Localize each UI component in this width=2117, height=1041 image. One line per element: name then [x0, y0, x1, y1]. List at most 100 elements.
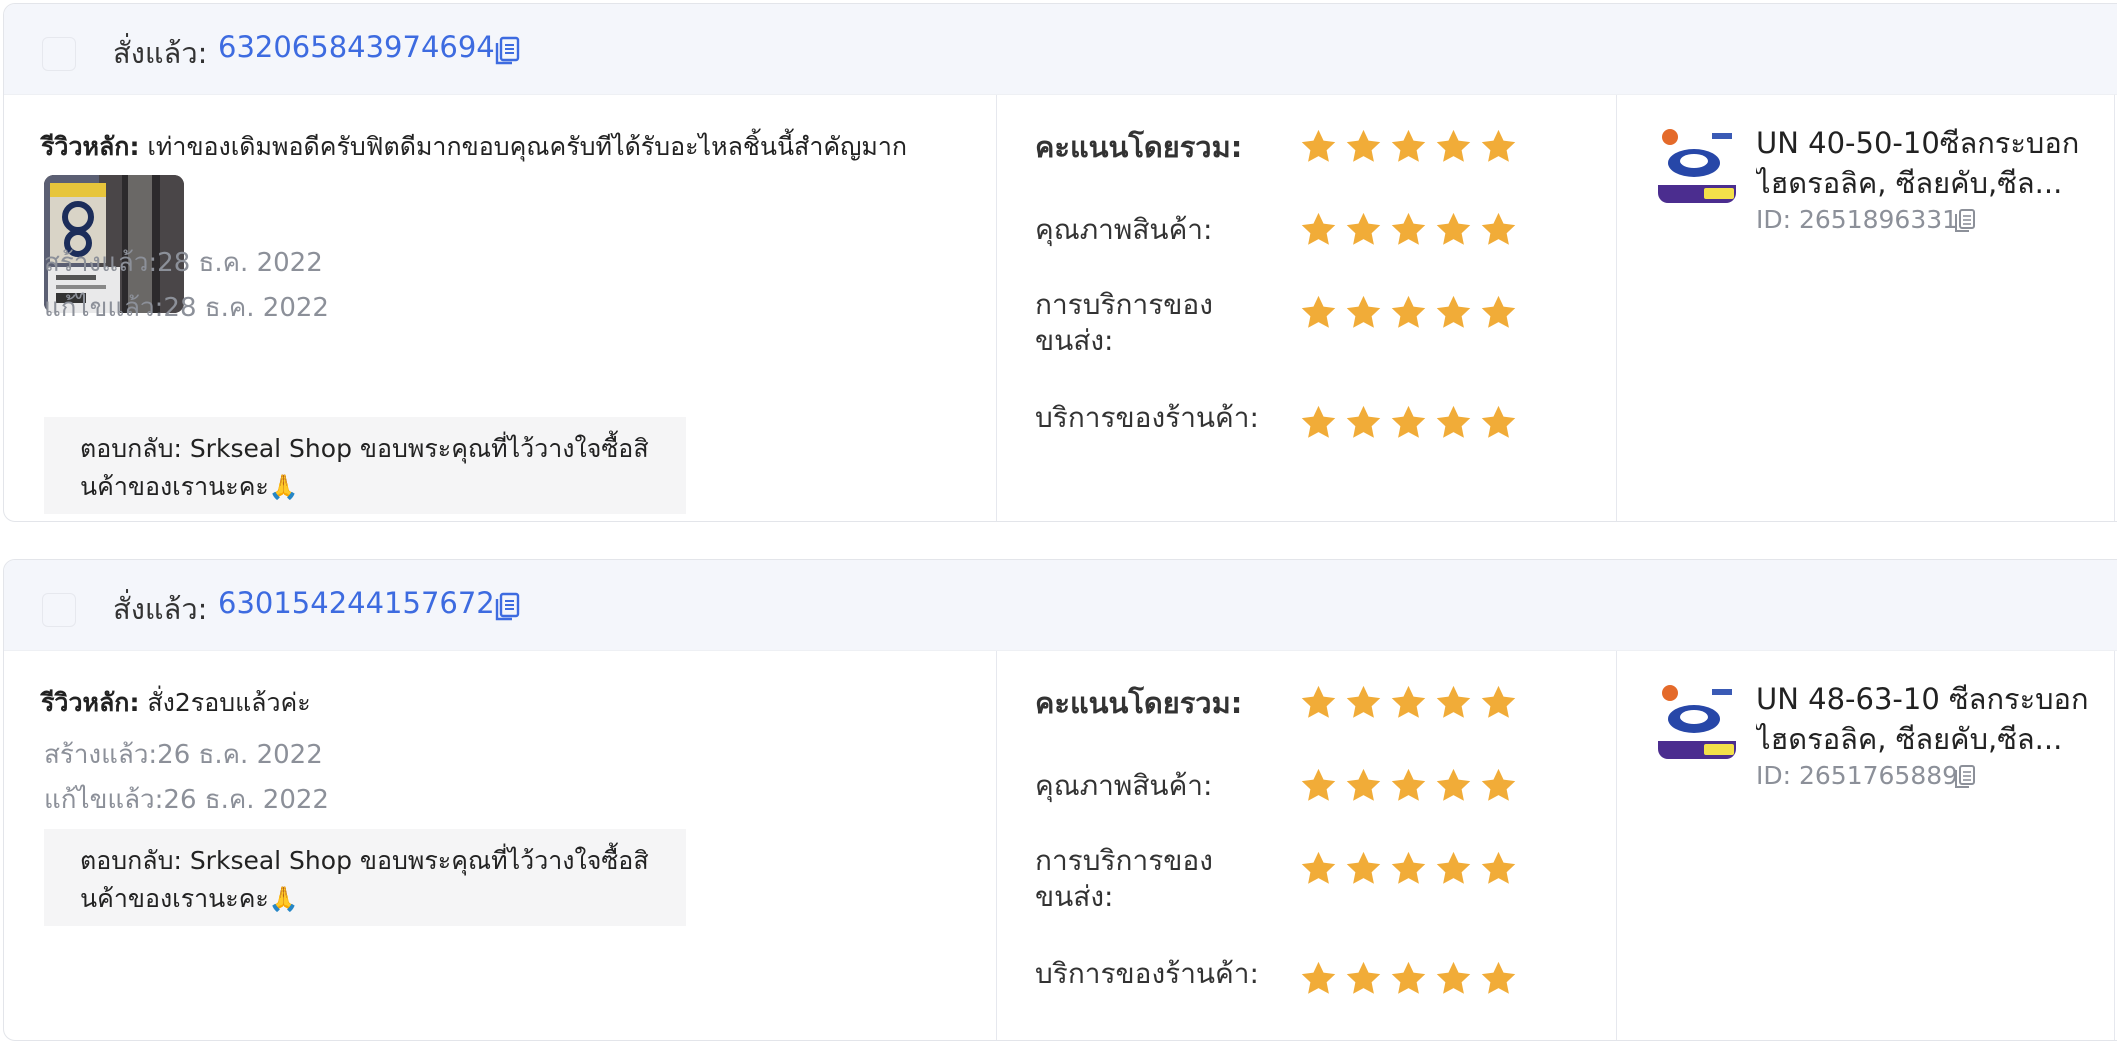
- order-label: สั่งแล้ว:: [113, 36, 208, 70]
- quality-rating-label: คุณภาพสินค้า:: [1035, 769, 1213, 802]
- card-body: รีวิวหลัก: สั่ง2รอบแล้วค่ะ สร้างแล้ว:26 …: [4, 651, 2117, 1040]
- star-icon: [1346, 768, 1381, 801]
- column-divider: [996, 651, 997, 1040]
- copy-icon[interactable]: [1954, 764, 1976, 789]
- select-checkbox[interactable]: [42, 37, 76, 71]
- shop-rating-label: บริการของร้านค้า:: [1035, 401, 1259, 434]
- shipping-rating-stars: [1299, 293, 1518, 337]
- reply-line: นค้าของเรานะคะ: [80, 472, 269, 501]
- star-icon: [1391, 768, 1426, 801]
- product-title[interactable]: UN 40-50-10ซีลกระบอก ไฮดรอลิค, ซีลยคับ,ซ…: [1756, 123, 2096, 203]
- column-divider: [2114, 95, 2115, 521]
- product-title-line: ไฮดรอลิค, ซีลยคับ,ซีล...: [1756, 166, 2063, 200]
- star-icon: [1346, 212, 1381, 245]
- star-icon: [1481, 295, 1516, 328]
- star-icon: [1391, 851, 1426, 884]
- reply-line: ตอบกลับ: Srkseal Shop ขอบพระคุณที่ไว้วาง…: [80, 846, 649, 875]
- edited-date: แก้ไขแล้ว:28 ธ.ค. 2022: [44, 293, 329, 323]
- shipping-label-line: การบริการของ: [1035, 844, 1213, 877]
- product-thumbnail[interactable]: [1658, 125, 1736, 203]
- review-text: เท่าของเดิมพอดีครับฟิตดีมากขอบคุณครับทีไ…: [147, 132, 908, 161]
- created-date: สร้างแล้ว:28 ธ.ค. 2022: [44, 248, 323, 278]
- product-title-line: UN 40-50-10ซีลกระบอก: [1756, 126, 2080, 160]
- review-card: สั่งแล้ว: 630154244157672 รีวิวหลัก: สั่…: [3, 559, 2117, 1041]
- shipping-label-line: การบริการของ: [1035, 288, 1213, 321]
- column-divider: [2114, 651, 2115, 1040]
- star-icon: [1481, 768, 1516, 801]
- overall-rating-label: คะแนนโดยรวม:: [1035, 130, 1243, 164]
- star-icon: [1391, 685, 1426, 718]
- quality-rating-label: คุณภาพสินค้า:: [1035, 213, 1213, 246]
- shipping-label-line: ขนส่ง:: [1035, 880, 1114, 913]
- main-review: รีวิวหลัก: เท่าของเดิมพอดีครับฟิตดีมากขอ…: [41, 127, 907, 167]
- pray-icon: 🙏: [268, 885, 299, 913]
- review-label: รีวิวหลัก:: [41, 132, 140, 161]
- star-icon: [1301, 961, 1336, 994]
- overall-rating-stars: [1299, 127, 1518, 171]
- order-id-link[interactable]: 630154244157672: [218, 586, 495, 620]
- shipping-label-line: ขนส่ง:: [1035, 324, 1114, 357]
- column-divider: [996, 95, 997, 521]
- shop-rating-label: บริการของร้านค้า:: [1035, 957, 1259, 990]
- star-icon: [1391, 212, 1426, 245]
- star-icon: [1346, 405, 1381, 438]
- reply-line: ตอบกลับ: Srkseal Shop ขอบพระคุณที่ไว้วาง…: [80, 434, 649, 463]
- card-header: สั่งแล้ว: 630154244157672: [4, 560, 2117, 651]
- star-icon: [1436, 685, 1471, 718]
- reply-line: นค้าของเรานะคะ: [80, 884, 269, 913]
- star-icon: [1481, 685, 1516, 718]
- star-icon: [1391, 405, 1426, 438]
- star-icon: [1436, 295, 1471, 328]
- product-id: ID: 2651896331: [1756, 205, 1959, 234]
- pray-icon: 🙏: [268, 473, 299, 501]
- star-icon: [1346, 295, 1381, 328]
- star-icon: [1301, 405, 1336, 438]
- star-icon: [1391, 295, 1426, 328]
- shipping-rating-label: การบริการของ ขนส่ง:: [1035, 287, 1213, 359]
- star-icon: [1436, 129, 1471, 162]
- review-label: รีวิวหลัก:: [41, 688, 140, 717]
- star-icon: [1301, 685, 1336, 718]
- order-id-link[interactable]: 632065843974694: [218, 30, 495, 64]
- star-icon: [1436, 212, 1471, 245]
- star-icon: [1391, 961, 1426, 994]
- seller-reply: ตอบกลับ: Srkseal Shop ขอบพระคุณที่ไว้วาง…: [44, 417, 686, 514]
- quality-rating-stars: [1299, 766, 1518, 810]
- card-header: สั่งแล้ว: 632065843974694: [4, 4, 2117, 95]
- overall-rating-stars: [1299, 683, 1518, 727]
- star-icon: [1436, 961, 1471, 994]
- star-icon: [1436, 405, 1471, 438]
- copy-icon[interactable]: [1954, 208, 1976, 233]
- shop-rating-stars: [1299, 403, 1518, 447]
- star-icon: [1301, 212, 1336, 245]
- created-date: สร้างแล้ว:26 ธ.ค. 2022: [44, 740, 323, 770]
- review-card: สั่งแล้ว: 632065843974694 รีวิวหลัก: เท่…: [3, 3, 2117, 522]
- star-icon: [1346, 685, 1381, 718]
- edited-date: แก้ไขแล้ว:26 ธ.ค. 2022: [44, 785, 329, 815]
- select-checkbox[interactable]: [42, 593, 76, 627]
- review-text: สั่ง2รอบแล้วค่ะ: [147, 688, 311, 717]
- product-thumbnail[interactable]: [1658, 681, 1736, 759]
- seller-reply: ตอบกลับ: Srkseal Shop ขอบพระคุณที่ไว้วาง…: [44, 829, 686, 926]
- star-icon: [1391, 129, 1426, 162]
- star-icon: [1301, 129, 1336, 162]
- card-body: รีวิวหลัก: เท่าของเดิมพอดีครับฟิตดีมากขอ…: [4, 95, 2117, 521]
- product-id: ID: 2651765889: [1756, 761, 1959, 790]
- order-label: สั่งแล้ว:: [113, 592, 208, 626]
- star-icon: [1481, 961, 1516, 994]
- star-icon: [1346, 851, 1381, 884]
- star-icon: [1436, 768, 1471, 801]
- star-icon: [1301, 851, 1336, 884]
- star-icon: [1436, 851, 1471, 884]
- shop-rating-stars: [1299, 959, 1518, 1003]
- product-title[interactable]: UN 48-63-10 ซีลกระบอก ไฮดรอลิค, ซีลยคับ,…: [1756, 679, 2096, 759]
- star-icon: [1481, 212, 1516, 245]
- copy-icon[interactable]: [494, 592, 520, 622]
- main-review: รีวิวหลัก: สั่ง2รอบแล้วค่ะ: [41, 683, 311, 723]
- product-title-line: ไฮดรอลิค, ซีลยคับ,ซีล...: [1756, 722, 2063, 756]
- shipping-rating-stars: [1299, 849, 1518, 893]
- overall-rating-label: คะแนนโดยรวม:: [1035, 686, 1243, 720]
- column-divider: [1616, 95, 1617, 521]
- copy-icon[interactable]: [494, 36, 520, 66]
- quality-rating-stars: [1299, 210, 1518, 254]
